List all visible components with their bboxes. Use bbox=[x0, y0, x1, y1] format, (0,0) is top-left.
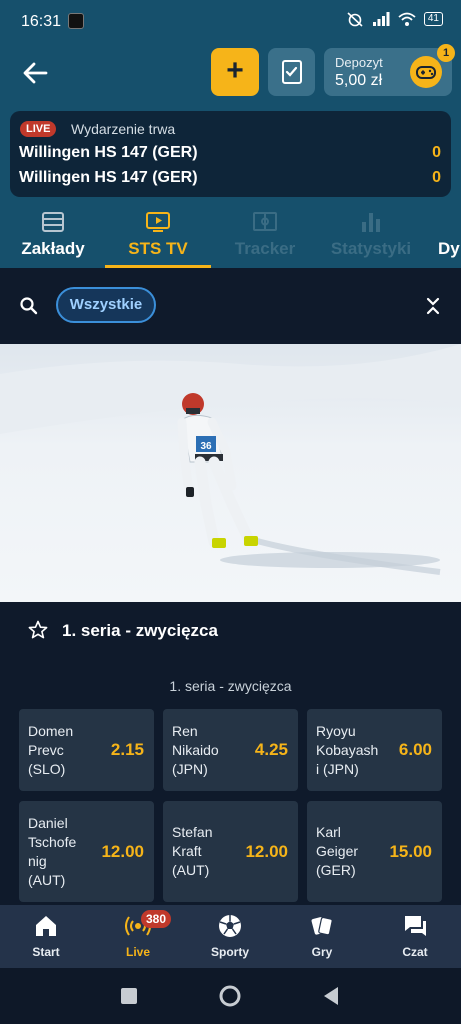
event-tabs: Zakłady STS TV Tracker Statystyki Dy bbox=[0, 210, 461, 268]
back-arrow-icon[interactable] bbox=[20, 58, 50, 88]
team-1-score: 0 bbox=[432, 144, 441, 161]
selection-name: Karl Geiger (GER) bbox=[316, 824, 359, 878]
odds-button-karl-geiger[interactable]: Karl Geiger (GER) 15.00 bbox=[307, 801, 442, 902]
odds-button-daniel-tschofenig[interactable]: Daniel Tschofe nig (AUT) 12.00 bbox=[19, 801, 154, 902]
home-icon bbox=[36, 916, 56, 936]
live-count-badge: 380 bbox=[141, 910, 172, 928]
wifi-icon bbox=[398, 12, 416, 26]
bottom-navigation: Start Live Sporty Gry Czat bbox=[0, 905, 461, 968]
recent-apps-icon[interactable] bbox=[120, 987, 138, 1005]
tab-label: Dy bbox=[438, 239, 460, 258]
selection-name: Ren Nikaido (JPN) bbox=[172, 723, 219, 777]
tab-more[interactable]: Dy bbox=[433, 210, 461, 268]
nav-label: Czat bbox=[402, 945, 428, 959]
nav-czat[interactable]: Czat bbox=[380, 905, 450, 968]
odds-value: 12.00 bbox=[101, 842, 144, 861]
video-player[interactable]: 36 bbox=[0, 344, 461, 602]
selection-name: Daniel Tschofe nig (AUT) bbox=[28, 815, 77, 888]
selection-name: Ryoyu Kobayash i (JPN) bbox=[316, 723, 379, 777]
odds-value: 15.00 bbox=[389, 842, 432, 861]
odds-value: 2.15 bbox=[110, 740, 144, 759]
system-navigation-bar bbox=[0, 968, 461, 1024]
tab-label: STS TV bbox=[128, 239, 188, 258]
signal-icon bbox=[372, 12, 390, 26]
alarm-off-icon bbox=[347, 12, 363, 27]
favorite-star-icon[interactable] bbox=[28, 620, 48, 640]
tab-label: Statystyki bbox=[330, 239, 412, 258]
event-card: LIVE Wydarzenie trwa Willingen HS 147 (G… bbox=[10, 111, 451, 197]
team-1-name: Willingen HS 147 (GER) bbox=[19, 144, 198, 161]
tab-tracker[interactable]: Tracker bbox=[222, 210, 308, 268]
nav-label: Start bbox=[32, 945, 60, 959]
search-icon[interactable] bbox=[19, 296, 39, 316]
nav-sporty[interactable]: Sporty bbox=[195, 905, 265, 968]
battery-icon: 41 bbox=[423, 12, 443, 26]
field-icon bbox=[253, 212, 277, 231]
odds-value: 12.00 bbox=[245, 842, 288, 861]
soccer-ball-icon bbox=[219, 915, 241, 937]
nav-gry[interactable]: Gry bbox=[287, 905, 357, 968]
odds-value: 6.00 bbox=[398, 740, 432, 759]
odds-value: 4.25 bbox=[254, 740, 288, 759]
market-title: 1. seria - zwycięzca bbox=[62, 621, 218, 640]
nav-label: Live bbox=[125, 945, 150, 959]
status-time: 16:31 bbox=[21, 13, 62, 30]
tab-statystyki[interactable]: Statystyki bbox=[322, 210, 420, 268]
coupon-icon bbox=[282, 60, 302, 84]
odds-button-stefan-kraft[interactable]: Stefan Kraft (AUT) 12.00 bbox=[163, 801, 298, 902]
live-badge: LIVE bbox=[20, 121, 57, 137]
odds-button-ryoyu-kobayashi[interactable]: Ryoyu Kobayash i (JPN) 6.00 bbox=[307, 709, 442, 791]
cards-icon bbox=[311, 916, 333, 936]
ski-jumper-image: 36 bbox=[0, 344, 461, 575]
team-2-score: 0 bbox=[432, 169, 441, 186]
bar-chart-icon bbox=[362, 213, 380, 232]
tab-zaklady[interactable]: Zakłady bbox=[10, 210, 96, 268]
tab-label: Zakłady bbox=[21, 239, 85, 258]
odds-button-ren-nikaido[interactable]: Ren Nikaido (JPN) 4.25 bbox=[163, 709, 298, 791]
odds-button-domen-prevc[interactable]: Domen Prevc (SLO) 2.15 bbox=[19, 709, 154, 791]
deposit-label: Depozyt bbox=[335, 55, 383, 70]
list-icon bbox=[42, 212, 64, 232]
tab-label: Tracker bbox=[234, 239, 296, 258]
coupon-button[interactable] bbox=[268, 48, 315, 96]
nav-label: Gry bbox=[311, 945, 333, 959]
filter-chip-all[interactable]: Wszystkie bbox=[56, 287, 156, 323]
nav-start[interactable]: Start bbox=[11, 905, 81, 968]
chat-icon bbox=[405, 916, 426, 936]
team-2-name: Willingen HS 147 (GER) bbox=[19, 169, 198, 186]
tab-sts-tv[interactable]: STS TV bbox=[105, 210, 211, 268]
plus-label: + bbox=[226, 54, 244, 87]
market-subtitle: 1. seria - zwycięzca bbox=[169, 678, 292, 694]
back-triangle-icon[interactable] bbox=[322, 986, 340, 1006]
selection-name: Stefan Kraft (AUT) bbox=[172, 824, 213, 878]
bib-number: 36 bbox=[200, 441, 212, 452]
gamepad-icon[interactable] bbox=[410, 56, 442, 88]
selection-name: Domen Prevc (SLO) bbox=[28, 723, 74, 777]
home-circle-icon[interactable] bbox=[218, 984, 242, 1008]
tv-icon bbox=[146, 212, 170, 232]
collapse-icon[interactable] bbox=[424, 296, 442, 316]
app-notification-icon bbox=[68, 13, 84, 29]
event-status: Wydarzenie trwa bbox=[71, 121, 176, 137]
balance-amount: 5,00 zł bbox=[335, 72, 383, 89]
status-bar: 16:31 41 bbox=[0, 0, 461, 46]
game-badge: 1 bbox=[437, 44, 455, 62]
nav-label: Sporty bbox=[210, 945, 249, 959]
add-button[interactable]: + bbox=[211, 48, 259, 96]
